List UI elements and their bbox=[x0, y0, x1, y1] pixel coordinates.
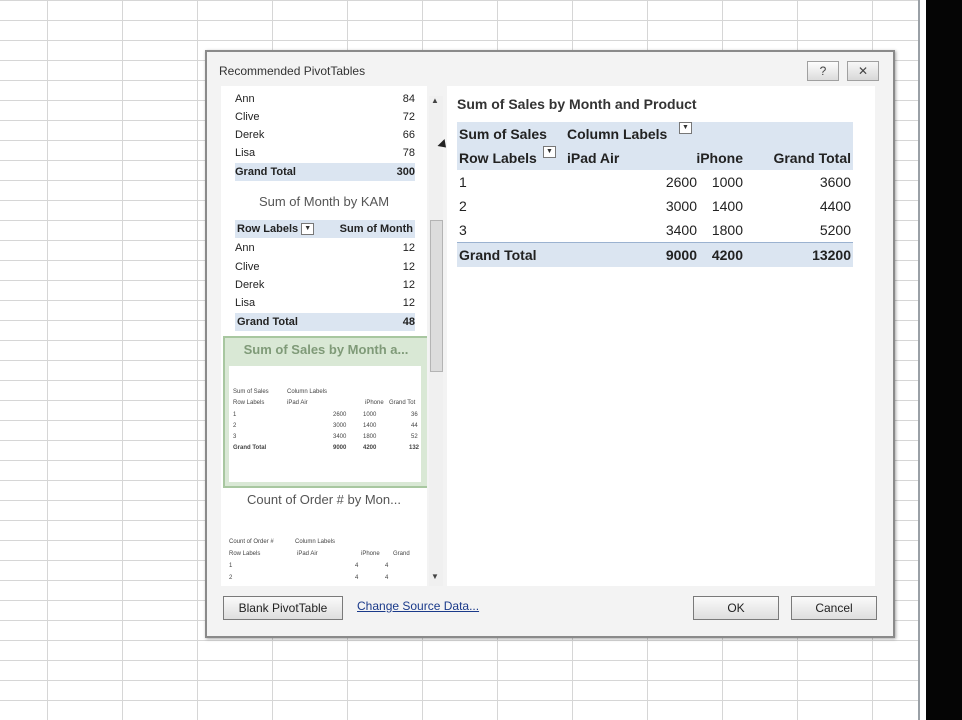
grand-total-row: Grand Total 9000 4200 13200 bbox=[457, 242, 853, 267]
list-item: Lisa 78 bbox=[235, 147, 415, 159]
card-title[interactable]: Count of Order # by Mon... bbox=[221, 492, 427, 507]
filter-dropdown-icon: ▼ bbox=[679, 122, 692, 134]
preview-header-row: Row Labels ▼ iPad Air iPhone Grand Total bbox=[457, 146, 853, 170]
list-scrollbar[interactable]: ▲ ▼ bbox=[429, 96, 443, 586]
list-item: Clive 12 bbox=[235, 261, 415, 273]
table-row: 1 2600 1000 3600 bbox=[459, 174, 851, 190]
window-edge bbox=[918, 0, 962, 720]
change-source-data-link[interactable]: Change Source Data... bbox=[357, 599, 479, 613]
preview-title: Sum of Sales by Month and Product bbox=[457, 96, 697, 112]
grand-total-row: Grand Total 48 bbox=[235, 313, 415, 331]
dialog-titlebar: Recommended PivotTables ? ✕ bbox=[207, 52, 893, 90]
scroll-up-icon[interactable]: ▲ bbox=[431, 96, 439, 105]
dialog-title: Recommended PivotTables bbox=[219, 64, 366, 78]
list-item: Clive 72 bbox=[235, 111, 415, 123]
list-item: Lisa 12 bbox=[235, 297, 415, 309]
pivot-thumbnail: Sum of Sales Column Labels Row Labels iP… bbox=[229, 366, 421, 482]
card-title: Sum of Sales by Month a... bbox=[243, 342, 409, 357]
filter-dropdown-icon: ▼ bbox=[301, 223, 315, 236]
blank-pivottable-button[interactable]: Blank PivotTable bbox=[223, 596, 343, 620]
selected-recommendation-card[interactable]: Sum of Sales by Month a... Sum of Sales … bbox=[223, 336, 427, 488]
list-item: Derek 66 bbox=[235, 129, 415, 141]
pivot-preview: Sum of Sales by Month and Product Sum of… bbox=[447, 86, 875, 586]
grand-total-row: Grand Total 300 bbox=[235, 163, 415, 181]
scrollbar-thumb[interactable] bbox=[430, 220, 443, 372]
preview-values-row: Sum of Sales Column Labels ▼ bbox=[457, 122, 853, 146]
cancel-button[interactable]: Cancel bbox=[791, 596, 877, 620]
table-header: Row Labels ▼ Sum of Month bbox=[235, 220, 415, 238]
card-title[interactable]: Sum of Month by KAM bbox=[221, 194, 427, 209]
scroll-down-icon[interactable]: ▼ bbox=[431, 572, 439, 581]
help-button[interactable]: ? bbox=[807, 61, 839, 81]
recommendations-list[interactable]: Ann 84 Clive 72 Derek 66 Lisa 78 Grand Total… bbox=[221, 86, 427, 586]
ok-button[interactable]: OK bbox=[693, 596, 779, 620]
list-item: Ann 12 bbox=[235, 242, 415, 254]
close-icon: ✕ bbox=[857, 64, 869, 78]
close-button[interactable]: ✕ bbox=[847, 61, 879, 81]
table-row: 2 3000 1400 4400 bbox=[459, 198, 851, 214]
recommended-pivottables-dialog: Recommended PivotTables ? ✕ Ann 84 Clive 7… bbox=[205, 50, 895, 638]
help-icon: ? bbox=[819, 64, 827, 78]
filter-dropdown-icon: ▼ bbox=[543, 146, 556, 158]
list-item: Derek 12 bbox=[235, 279, 415, 291]
table-row: 3 3400 1800 5200 bbox=[459, 222, 851, 238]
list-item: Ann 84 bbox=[235, 93, 415, 105]
